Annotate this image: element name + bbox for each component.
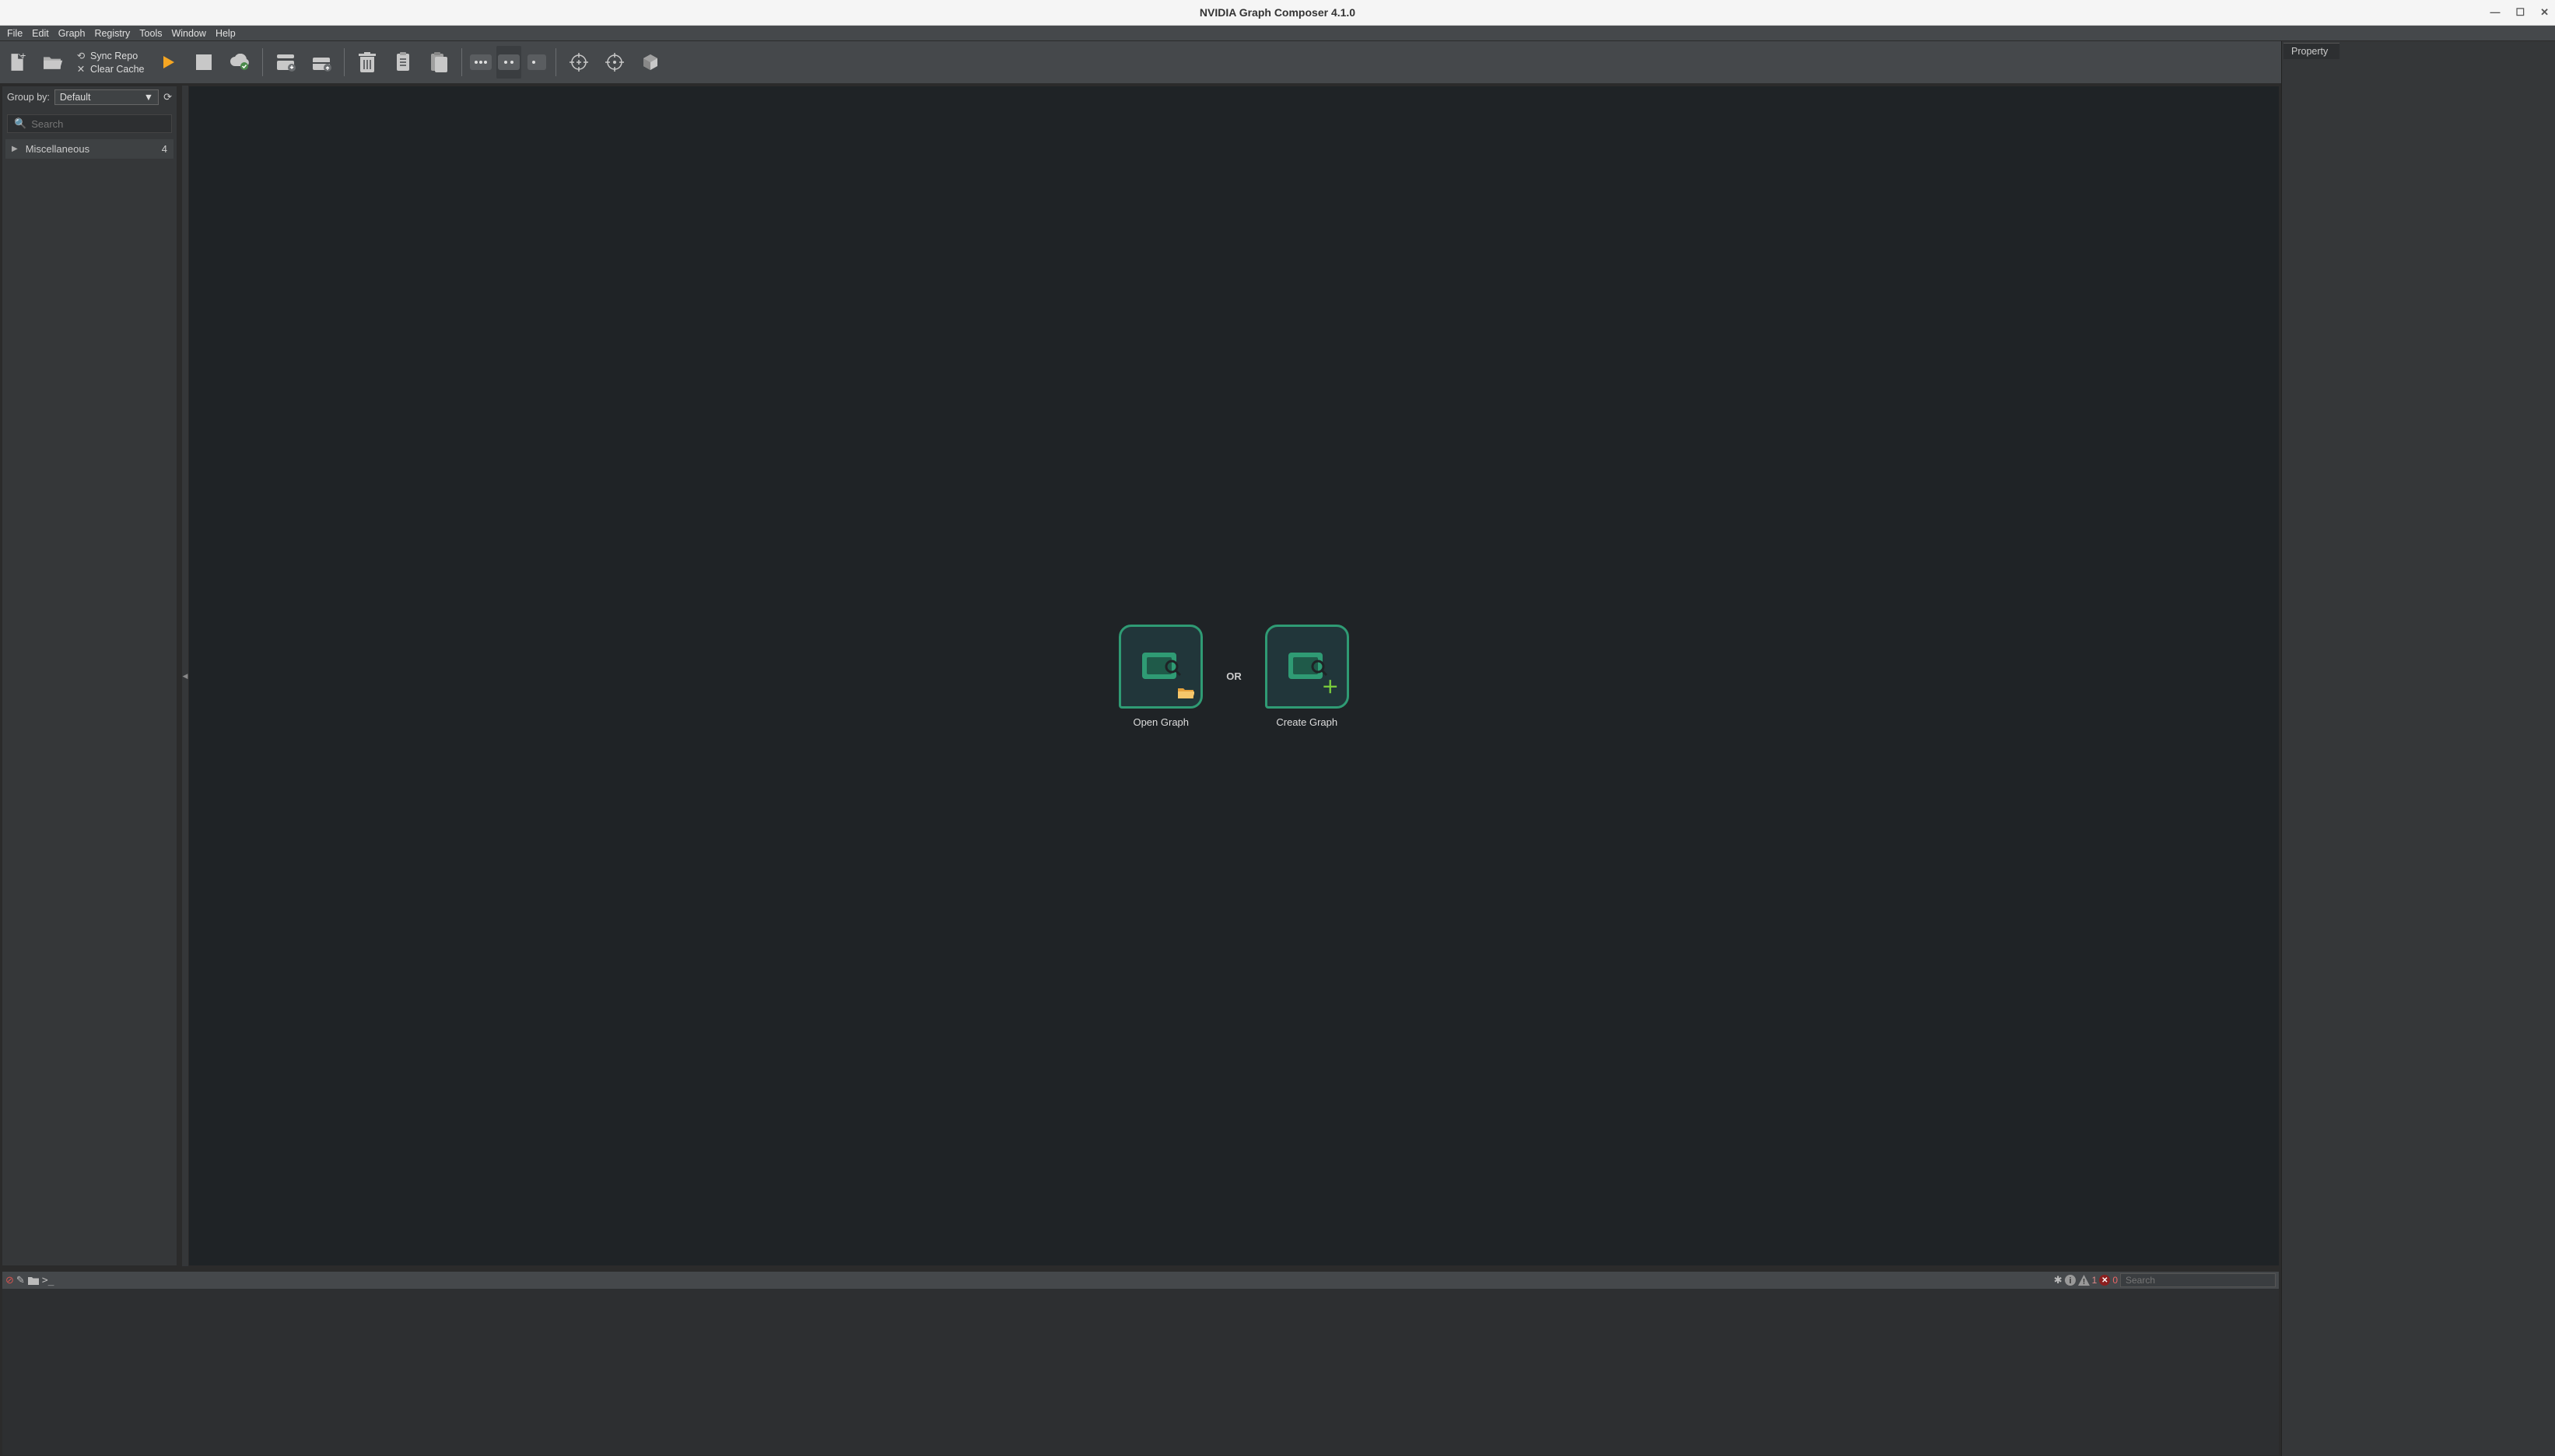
plus-icon: ＋ [1322, 674, 1339, 698]
view-dot1-button[interactable] [524, 46, 549, 79]
sidebar-search[interactable]: 🔍 [7, 114, 172, 133]
menu-help[interactable]: Help [212, 27, 240, 40]
property-tab[interactable]: Property [2283, 43, 2339, 59]
window-title: NVIDIA Graph Composer 4.1.0 [1200, 6, 1355, 19]
create-graph-card[interactable]: ＋ Create Graph [1265, 625, 1349, 728]
console-clear-button[interactable]: ⊘ [5, 1274, 14, 1286]
console-edit-button[interactable]: ✎ [16, 1274, 25, 1286]
graph-canvas[interactable]: Open Graph OR ＋ Cr [188, 86, 2280, 1266]
folder-open-icon [1177, 686, 1194, 700]
window-titlebar: NVIDIA Graph Composer 4.1.0 — ☐ ✕ [0, 0, 2555, 26]
console-search-input[interactable] [2126, 1275, 2270, 1286]
sync-repo-label: Sync Repo [90, 51, 138, 61]
menu-registry[interactable]: Registry [90, 27, 134, 40]
view-dots3-button[interactable] [468, 46, 493, 79]
stop-button[interactable] [188, 46, 220, 79]
toolbar-separator [461, 48, 462, 76]
sidebar-collapse-handle[interactable]: ◀ [182, 86, 188, 1266]
import-button[interactable] [269, 46, 302, 79]
toolbar-separator [262, 48, 263, 76]
chevron-right-icon: ▶ [12, 145, 18, 153]
sync-repo-button[interactable]: ⟲ Sync Repo [76, 50, 144, 61]
menubar: File Edit Graph Registry Tools Window He… [0, 26, 2555, 41]
component-sidebar: Group by: Default ▼ ⟳ 🔍 [2, 86, 177, 1266]
clear-cache-button[interactable]: ✕ Clear Cache [76, 63, 144, 75]
window-close-button[interactable]: ✕ [2540, 6, 2549, 19]
console-folder-button[interactable] [27, 1276, 40, 1286]
console-panel: ⊘ ✎ >_ ✱ i ! [2, 1271, 2280, 1456]
sidebar-search-input[interactable] [31, 118, 168, 130]
console-error-icon[interactable]: ✕ [2099, 1275, 2110, 1286]
svg-text:!: ! [2082, 1278, 2084, 1286]
menu-file[interactable]: File [3, 27, 26, 40]
toolbar-separator [344, 48, 345, 76]
svg-text:+: + [20, 52, 26, 61]
group-by-label: Group by: [7, 92, 50, 103]
clear-icon: ✕ [76, 63, 86, 75]
open-graph-card[interactable]: Open Graph [1119, 625, 1203, 728]
paste-button[interactable] [422, 46, 455, 79]
tree-item-label: Miscellaneous [26, 143, 89, 155]
search-icon: 🔍 [14, 117, 26, 130]
svg-text:i: i [2069, 1276, 2071, 1286]
console-prompt-icon: >_ [42, 1275, 54, 1286]
refresh-button[interactable]: ⟳ [163, 91, 172, 103]
delete-button[interactable] [351, 46, 384, 79]
sync-icon: ⟲ [76, 50, 86, 61]
console-output[interactable] [2, 1289, 2279, 1455]
create-graph-label: Create Graph [1276, 716, 1337, 728]
cloud-check-button[interactable] [223, 46, 256, 79]
tree-item-miscellaneous[interactable]: ▶ Miscellaneous 4 [5, 139, 173, 159]
view-dots2-button[interactable] [496, 46, 521, 79]
tree-item-count: 4 [162, 143, 167, 155]
console-error-count: 0 [2112, 1275, 2118, 1286]
console-warn-count: 1 [2092, 1275, 2098, 1286]
target-plus-button[interactable] [563, 46, 595, 79]
target-center-button[interactable] [598, 46, 631, 79]
menu-window[interactable]: Window [167, 27, 209, 40]
group-by-value: Default [60, 92, 91, 103]
console-search[interactable] [2120, 1273, 2276, 1287]
menu-tools[interactable]: Tools [135, 27, 166, 40]
window-maximize-button[interactable]: ☐ [2515, 6, 2525, 19]
toolbar: + ⟲ Sync Repo ✕ Clear Cache [0, 41, 2281, 84]
new-file-button[interactable]: + [0, 46, 33, 79]
chevron-down-icon: ▼ [144, 92, 153, 103]
window-minimize-button[interactable]: — [2490, 6, 2500, 19]
group-by-select[interactable]: Default ▼ [54, 89, 159, 105]
play-button[interactable] [152, 46, 184, 79]
console-info-filter[interactable]: i [2065, 1275, 2076, 1286]
open-folder-button[interactable] [36, 46, 68, 79]
console-star-filter[interactable]: ✱ [2054, 1274, 2063, 1286]
clear-cache-label: Clear Cache [90, 64, 144, 75]
copy-button[interactable] [387, 46, 419, 79]
or-divider-label: OR [1226, 670, 1242, 682]
menu-graph[interactable]: Graph [54, 27, 89, 40]
console-warn-filter[interactable]: ! [2078, 1275, 2090, 1286]
graph-doc-icon [1139, 648, 1183, 685]
open-graph-label: Open Graph [1133, 716, 1189, 728]
property-panel: Property [2281, 41, 2555, 1456]
cube-button[interactable] [634, 46, 667, 79]
menu-edit[interactable]: Edit [28, 27, 53, 40]
export-button[interactable] [305, 46, 338, 79]
